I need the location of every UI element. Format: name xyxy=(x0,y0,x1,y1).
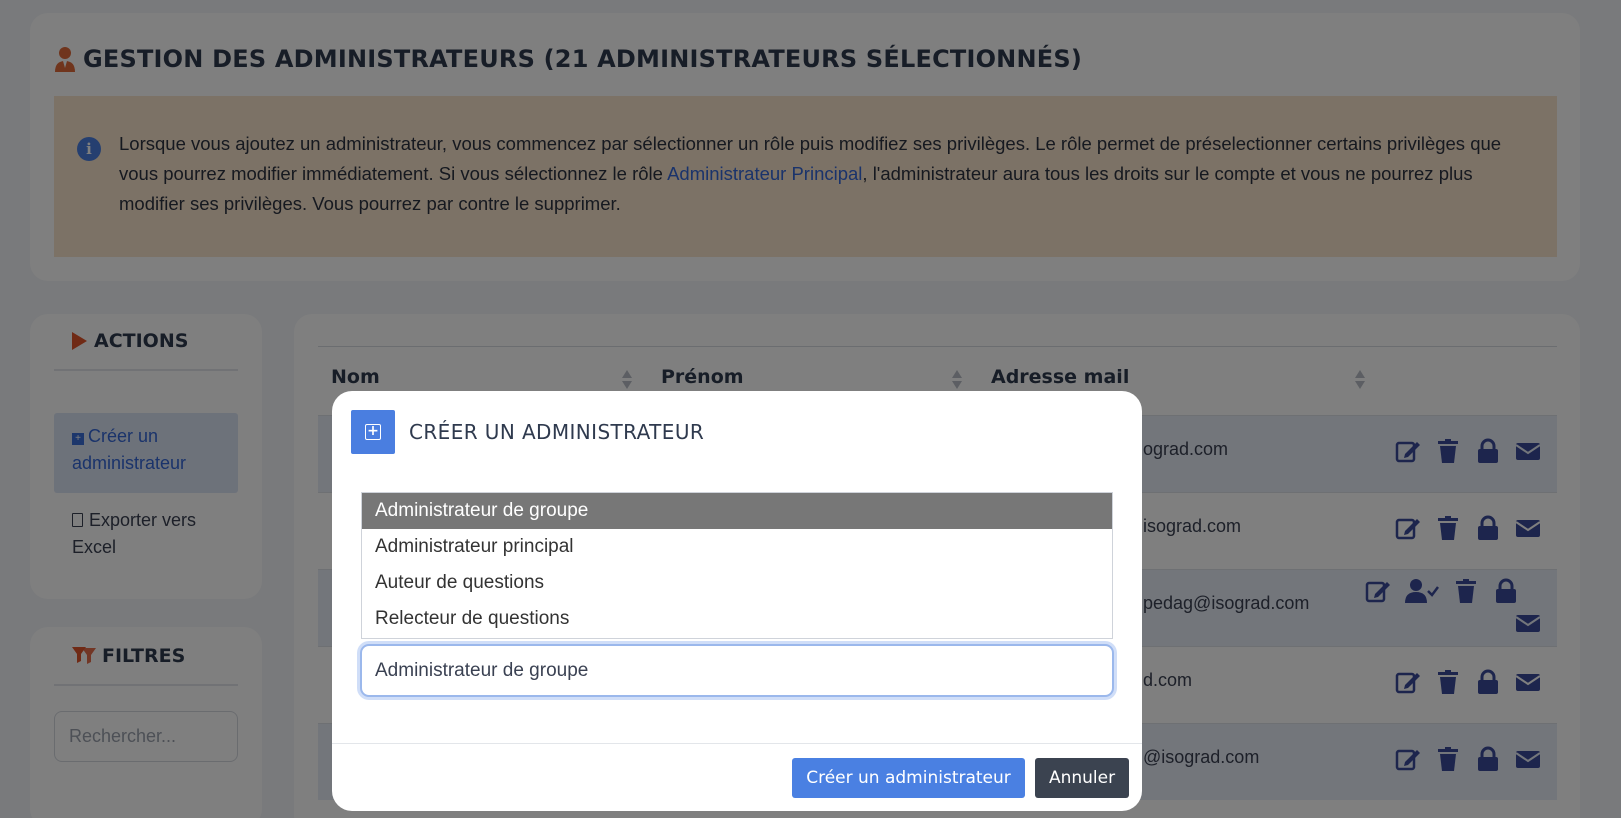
role-input[interactable] xyxy=(360,644,1114,697)
cancel-button[interactable]: Annuler xyxy=(1035,758,1129,798)
plus-square-icon: + xyxy=(351,410,395,454)
role-option[interactable]: Auteur de questions xyxy=(362,565,1112,601)
modal-title: CRÉER UN ADMINISTRATEUR xyxy=(409,420,705,444)
create-administrator-button[interactable]: Créer un administrateur xyxy=(792,758,1025,798)
role-option[interactable]: Relecteur de questions xyxy=(362,601,1112,637)
create-administrator-modal: + CRÉER UN ADMINISTRATEUR Administrateur… xyxy=(332,391,1142,811)
role-listbox[interactable]: Administrateur de groupe Administrateur … xyxy=(361,492,1113,639)
role-option[interactable]: Administrateur principal xyxy=(362,529,1112,565)
modal-footer-divider xyxy=(332,743,1142,744)
role-option[interactable]: Administrateur de groupe xyxy=(362,493,1112,529)
